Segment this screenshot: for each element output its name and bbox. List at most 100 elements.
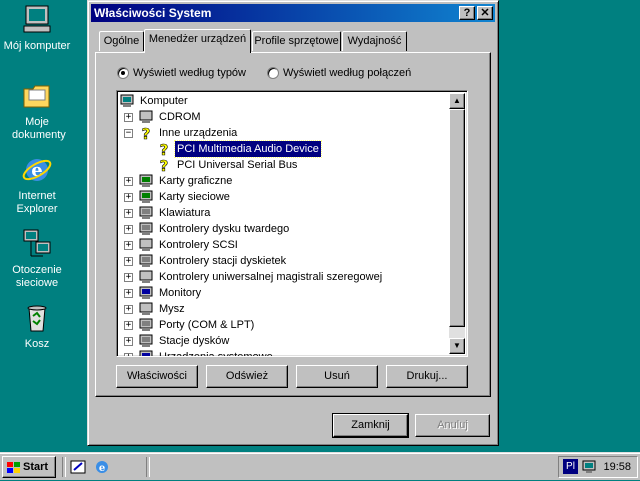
tab-performance[interactable]: Wydajność (342, 31, 407, 51)
tree-item-label: Komputer (140, 95, 188, 107)
scroll-up-button[interactable]: ▲ (449, 93, 465, 109)
desktop-icon-my-documents[interactable]: Moje dokumenty (0, 80, 77, 142)
start-button[interactable]: Start (2, 456, 56, 478)
remove-button[interactable]: Usuń (296, 365, 378, 388)
tree-item[interactable]: + Karty sieciowe (124, 189, 232, 205)
tree-item[interactable]: Komputer (119, 93, 190, 109)
desktop-icon-label: Kosz (24, 338, 50, 350)
tree-item[interactable]: ? PCI Universal Serial Bus (156, 157, 299, 176)
tree-item[interactable]: + Kontrolery SCSI (124, 237, 240, 253)
tree-item[interactable]: + Kontrolery stacji dyskietek (124, 253, 288, 269)
show-desktop-icon[interactable] (70, 459, 86, 475)
question-icon: ? (156, 157, 172, 176)
radio-circle (267, 67, 279, 79)
floppy-controller-icon (138, 254, 154, 268)
device-tree[interactable]: Komputer + CDROM −? Inne urządzenia? PCI Mult… (116, 90, 468, 357)
expand-icon[interactable]: + (124, 353, 133, 356)
close-button[interactable]: Zamknij (332, 413, 409, 438)
tree-item[interactable]: + Urządzenia systemowe (124, 349, 275, 356)
help-button[interactable]: ? (459, 6, 475, 20)
display-adapter-icon (138, 174, 154, 188)
expand-icon[interactable]: + (124, 177, 133, 186)
tree-item[interactable]: + Klawiatura (124, 205, 212, 221)
tree-item-label: Monitory (159, 287, 202, 299)
tree-item[interactable]: + Kontrolery uniwersalnej magistrali szer… (124, 269, 384, 285)
expand-icon[interactable]: + (124, 273, 133, 282)
tree-item[interactable]: + Mysz (124, 301, 187, 317)
internet-explorer-launch-icon[interactable]: e (94, 459, 110, 475)
monitor-tray-icon[interactable] (581, 459, 597, 475)
tree-item-label: Klawiatura (159, 207, 211, 219)
expand-icon[interactable]: + (124, 321, 133, 330)
close-icon: ✕ (480, 7, 490, 19)
question-icon: ? (156, 141, 172, 160)
tree-item-label: Kontrolery stacji dyskietek (159, 255, 287, 267)
tree-item-label: CDROM (159, 111, 201, 123)
network-neighborhood-icon (21, 228, 53, 260)
desktop-icon-internet-explorer[interactable]: e Internet Explorer (0, 154, 77, 216)
start-label: Start (23, 461, 49, 473)
expand-icon[interactable]: + (124, 337, 133, 346)
expand-icon[interactable]: + (124, 209, 133, 218)
tab-general[interactable]: Ogólne (99, 31, 144, 51)
desktop-icon-my-computer[interactable]: Mój komputer (0, 4, 77, 53)
tree-item-label: Porty (COM & LPT) (159, 319, 255, 331)
tree-item[interactable]: + Karty graficzne (124, 173, 234, 189)
desktop-icon-network-neighborhood[interactable]: Otoczenie sieciowe (0, 228, 77, 290)
tree-item-label: Karty graficzne (159, 175, 233, 187)
desktop-icon-recycle-bin[interactable]: Kosz (0, 302, 77, 351)
expand-icon[interactable]: + (124, 289, 133, 298)
tree-item[interactable]: + CDROM (124, 109, 203, 125)
view-by-type-radio[interactable]: Wyświetl według typów (117, 67, 246, 79)
collapse-icon[interactable]: − (124, 129, 133, 138)
hdd-controller-icon (138, 222, 154, 236)
print-button[interactable]: Drukuj... (386, 365, 468, 388)
expand-icon[interactable]: + (124, 305, 133, 314)
quick-launch-separator (62, 457, 66, 477)
refresh-button[interactable]: Odśwież (206, 365, 288, 388)
scroll-down-button[interactable]: ▼ (449, 338, 465, 354)
expand-icon[interactable]: + (124, 241, 133, 250)
expand-icon[interactable]: + (124, 113, 133, 122)
title-bar[interactable]: Właściwości System ? ✕ (91, 4, 495, 22)
taskbar-separator (146, 457, 150, 477)
recycle-bin-icon (21, 302, 53, 334)
tree-item[interactable]: + Porty (COM & LPT) (124, 317, 256, 333)
expand-icon[interactable]: + (124, 225, 133, 234)
cancel-button: Anuluj (415, 414, 490, 437)
system-tray: Pl 19:58 (558, 456, 638, 478)
tree-item[interactable]: + Kontrolery dysku twardego (124, 221, 291, 237)
tab-hardware-profiles[interactable]: Profile sprzętowe (252, 31, 341, 51)
properties-button[interactable]: Właściwości (116, 365, 198, 388)
tree-item-label: Kontrolery SCSI (159, 239, 238, 251)
svg-text:?: ? (160, 142, 169, 156)
tree-item-label: Karty sieciowe (159, 191, 230, 203)
vertical-scrollbar[interactable]: ▲ ▼ (449, 93, 465, 354)
tree-item[interactable]: + Monitory (124, 285, 203, 301)
view-by-type-label: Wyświetl według typów (133, 67, 246, 79)
usb-icon (138, 270, 154, 284)
expand-icon[interactable]: + (124, 193, 133, 202)
close-window-button[interactable]: ✕ (477, 6, 493, 20)
view-by-connection-radio[interactable]: Wyświetl według połączeń (267, 67, 411, 79)
computer-icon (21, 4, 53, 36)
tree-item[interactable]: −? Inne urządzenia (124, 125, 239, 143)
scroll-thumb[interactable] (449, 109, 465, 327)
cdrom-icon (138, 110, 154, 124)
system-device-icon (138, 350, 154, 356)
language-indicator[interactable]: Pl (563, 459, 578, 474)
tree-item[interactable]: ? PCI Multimedia Audio Device (156, 140, 322, 160)
taskbar: Start e Pl 19:58 (0, 452, 640, 480)
windows-logo-icon (7, 461, 20, 473)
tab-device-manager[interactable]: Menedżer urządzeń (144, 29, 251, 53)
view-by-connection-label: Wyświetl według połączeń (283, 67, 412, 79)
tree-item-label: Kontrolery dysku twardego (159, 223, 290, 235)
monitor-icon (138, 286, 154, 300)
tree-item[interactable]: + Stacje dysków (124, 333, 231, 349)
svg-text:?: ? (160, 158, 169, 172)
expand-icon[interactable]: + (124, 257, 133, 266)
port-icon (138, 318, 154, 332)
desktop-icon-label: Otoczenie sieciowe (12, 264, 62, 289)
computer-icon (119, 94, 135, 108)
clock[interactable]: 19:58 (603, 457, 631, 477)
